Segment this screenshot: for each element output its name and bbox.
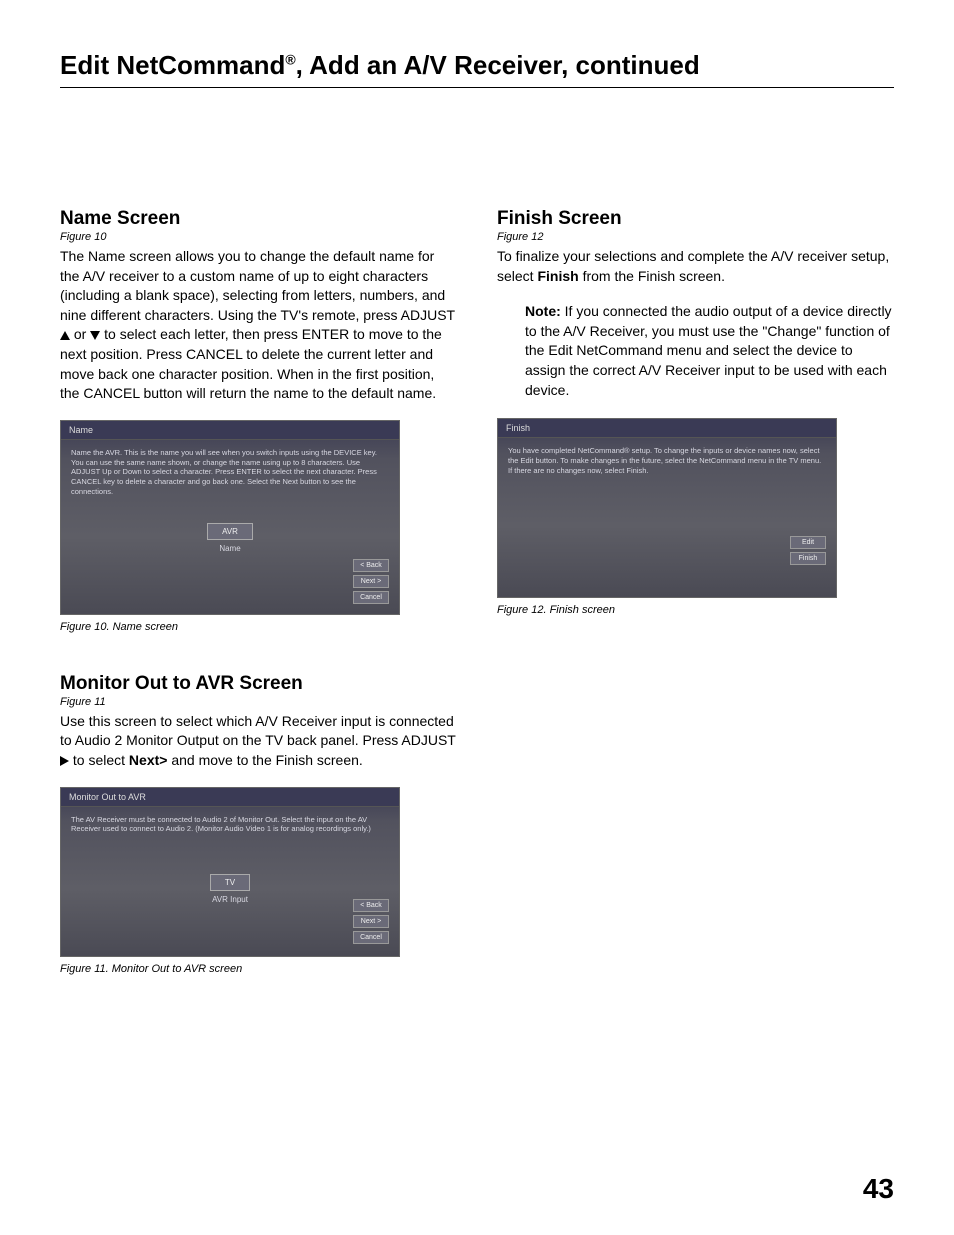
monitor-heading: Monitor Out to AVR Screen — [60, 673, 457, 695]
finish-caption: Figure 12. Finish screen — [497, 604, 894, 616]
finish-figure-ref: Figure 12 — [497, 231, 894, 243]
finish-shot-titlebar: Finish — [498, 419, 836, 438]
triangle-up-icon — [60, 331, 70, 340]
monitor-body: Use this screen to select which A/V Rece… — [60, 712, 457, 771]
monitor-caption: Figure 11. Monitor Out to AVR screen — [60, 963, 457, 975]
finish-note: Note: If you connected the audio output … — [525, 302, 894, 400]
monitor-shot-input: TV — [210, 874, 250, 891]
name-shot-center: AVR Name — [71, 521, 389, 553]
triangle-down-icon — [90, 331, 100, 340]
monitor-screenshot: Monitor Out to AVR The AV Receiver must … — [60, 787, 400, 957]
title-suffix: , Add an A/V Receiver, continued — [296, 50, 700, 80]
content-columns: Name Screen Figure 10 The Name screen al… — [60, 208, 894, 975]
finish-edit-button: Edit — [790, 536, 826, 549]
name-cancel-button: Cancel — [353, 591, 389, 604]
title-rule — [60, 87, 894, 88]
finish-shot-buttons: Edit Finish — [790, 536, 826, 565]
note-label: Note: — [525, 303, 561, 319]
name-heading: Name Screen — [60, 208, 457, 230]
monitor-shot-label: AVR Input — [71, 895, 389, 904]
finish-heading: Finish Screen — [497, 208, 894, 230]
monitor-shot-titlebar: Monitor Out to AVR — [61, 788, 399, 807]
triangle-right-icon — [60, 756, 69, 766]
note-body: If you connected the audio output of a d… — [525, 303, 892, 397]
name-shot-body: Name the AVR. This is the name you will … — [61, 440, 399, 612]
monitor-back-button: < Back — [353, 899, 389, 912]
finish-shot-text: You have completed NetCommand® setup. To… — [508, 446, 826, 475]
monitor-shot-text: The AV Receiver must be connected to Aud… — [71, 815, 389, 835]
monitor-cancel-button: Cancel — [353, 931, 389, 944]
name-back-button: < Back — [353, 559, 389, 572]
monitor-shot-body: The AV Receiver must be connected to Aud… — [61, 807, 399, 952]
finish-screenshot: Finish You have completed NetCommand® se… — [497, 418, 837, 598]
name-shot-text: Name the AVR. This is the name you will … — [71, 448, 389, 497]
name-shot-titlebar: Name — [61, 421, 399, 440]
name-caption: Figure 10. Name screen — [60, 621, 457, 633]
right-column: Finish Screen Figure 12 To finalize your… — [497, 208, 894, 975]
name-body: The Name screen allows you to change the… — [60, 247, 457, 404]
name-shot-input: AVR — [207, 523, 253, 540]
title-prefix: Edit NetCommand — [60, 50, 285, 80]
monitor-figure-ref: Figure 11 — [60, 696, 457, 708]
name-next-button: Next > — [353, 575, 389, 588]
monitor-shot-buttons: < Back Next > Cancel — [353, 899, 389, 944]
monitor-shot-center: TV AVR Input — [71, 872, 389, 904]
monitor-next-button: Next > — [353, 915, 389, 928]
name-shot-label: Name — [71, 544, 389, 553]
page-title: Edit NetCommand®, Add an A/V Receiver, c… — [60, 50, 894, 81]
page-number: 43 — [863, 1173, 894, 1205]
finish-shot-body: You have completed NetCommand® setup. To… — [498, 438, 836, 583]
name-shot-buttons: < Back Next > Cancel — [353, 559, 389, 604]
finish-finish-button: Finish — [790, 552, 826, 565]
finish-body: To finalize your selections and complete… — [497, 247, 894, 286]
registered-mark: ® — [285, 51, 295, 67]
left-column: Name Screen Figure 10 The Name screen al… — [60, 208, 457, 975]
name-screenshot: Name Name the AVR. This is the name you … — [60, 420, 400, 615]
name-figure-ref: Figure 10 — [60, 231, 457, 243]
